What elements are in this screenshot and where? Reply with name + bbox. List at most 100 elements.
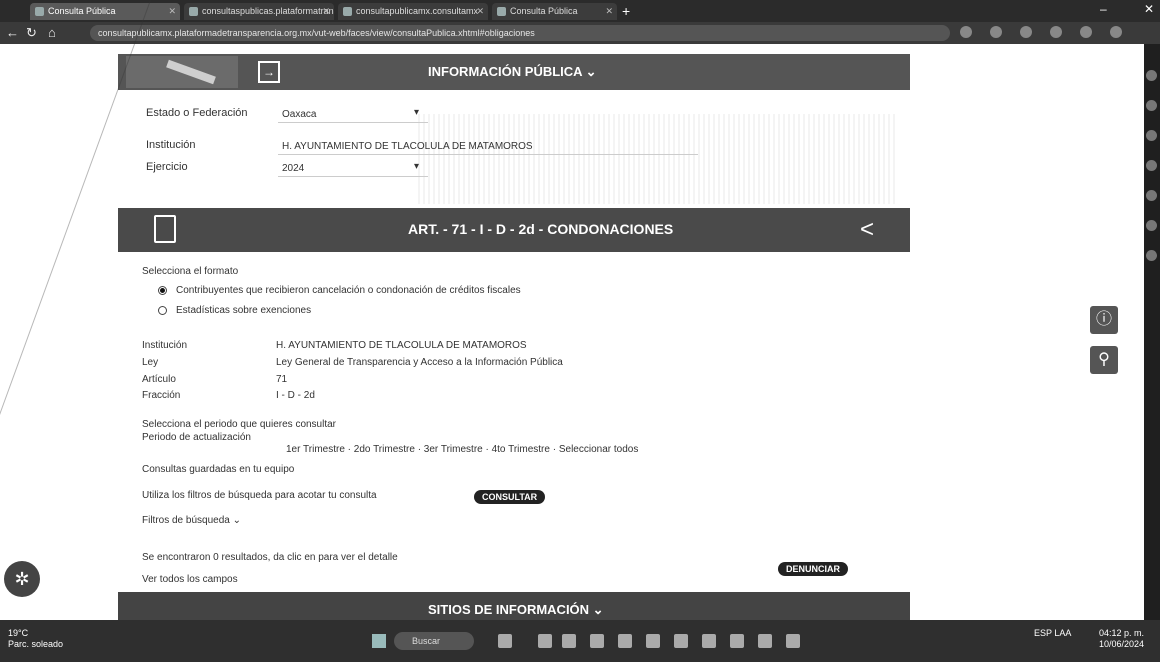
clock-time: 04:12 p. m. bbox=[1098, 628, 1144, 638]
taskbar-app-icon[interactable] bbox=[786, 634, 800, 648]
tab-label: Consulta Pública bbox=[48, 6, 116, 16]
filtros-prompt: Utiliza los filtros de búsqueda para aco… bbox=[142, 490, 377, 501]
weather-desc: Parc. soleado bbox=[8, 639, 64, 649]
weather-widget[interactable]: 19°C Parc. soleado bbox=[8, 628, 63, 650]
accessibility-icon[interactable]: ✲ bbox=[4, 561, 40, 597]
taskbar-clock[interactable]: 04:12 p. m. 10/06/2024 bbox=[1094, 628, 1144, 650]
ejercicio-label: Ejercicio bbox=[146, 161, 188, 173]
sidebar-icon[interactable] bbox=[1146, 190, 1157, 201]
consultas-guardadas-link[interactable]: Consultas guardadas en tu equipo bbox=[142, 464, 294, 475]
new-tab-button[interactable]: + bbox=[622, 3, 630, 19]
browser-tab[interactable]: consultaspublicas.plataformatransparenci… bbox=[184, 3, 334, 20]
profile-icon[interactable] bbox=[1080, 26, 1092, 38]
info-menu-title[interactable]: INFORMACIÓN PÚBLICA ⌄ bbox=[428, 64, 597, 80]
formato-prompt: Selecciona el formato bbox=[142, 266, 239, 277]
extension-icon[interactable] bbox=[1020, 26, 1032, 38]
browser-tab[interactable]: Consulta Pública ✕ bbox=[30, 3, 180, 20]
institucion-value: H. AYUNTAMIENTO DE TLACOLULA DE MATAMORO… bbox=[282, 141, 533, 152]
taskbar-app-icon[interactable] bbox=[646, 634, 660, 648]
browser-tab[interactable]: consultapublicamx.consultamx ✕ bbox=[338, 3, 488, 20]
info-header-band: → INFORMACIÓN PÚBLICA ⌄ bbox=[118, 54, 910, 90]
periodo-checkboxes[interactable]: 1er Trimestre · 2do Trimestre · 3er Trim… bbox=[286, 444, 638, 455]
background-pattern bbox=[418, 114, 898, 204]
taskbar-app-icon[interactable] bbox=[590, 634, 604, 648]
back-icon[interactable]: ← bbox=[6, 25, 19, 40]
sitios-title[interactable]: SITIOS DE INFORMACIÓN ⌄ bbox=[428, 602, 604, 618]
sidebar-icon[interactable] bbox=[1146, 220, 1157, 231]
detail-ley-label: Ley bbox=[142, 357, 159, 368]
windows-taskbar: 19°C Parc. soleado Buscar ESP LAA 04:12 … bbox=[0, 620, 1160, 662]
menu-icon[interactable] bbox=[1110, 26, 1122, 38]
browser-tab[interactable]: Consulta Pública ✕ bbox=[492, 3, 617, 20]
institucion-select[interactable]: H. AYUNTAMIENTO DE TLACOLULA DE MATAMORO… bbox=[278, 136, 698, 155]
tab-label: consultaspublicas.plataformatransparenci… bbox=[202, 6, 334, 16]
sidebar-icon[interactable] bbox=[1146, 130, 1157, 141]
tab-label: Consulta Pública bbox=[510, 6, 578, 16]
login-icon[interactable]: → bbox=[258, 61, 280, 83]
taskbar-app-icon[interactable] bbox=[498, 634, 512, 648]
windows-start-icon[interactable] bbox=[372, 634, 386, 648]
detail-institucion-value: H. AYUNTAMIENTO DE TLACOLULA DE MATAMORO… bbox=[276, 340, 527, 351]
detail-articulo-label: Artículo bbox=[142, 374, 176, 385]
taskbar-app-icon[interactable] bbox=[562, 634, 576, 648]
periodo-prompt: Selecciona el periodo que quieres consul… bbox=[142, 419, 337, 430]
article-title: ART. - 71 - I - D - 2d - CONDONACIONES bbox=[408, 221, 674, 237]
formato-option-label[interactable]: Contribuyentes que recibieron cancelació… bbox=[176, 285, 521, 296]
extension-icon[interactable] bbox=[990, 26, 1002, 38]
sidebar-icon[interactable] bbox=[1146, 160, 1157, 171]
denunciar-button[interactable]: DENUNCIAR bbox=[778, 562, 848, 576]
resultados-text: Se encontraron 0 resultados, da clic en … bbox=[142, 552, 398, 563]
taskbar-app-icon[interactable] bbox=[618, 634, 632, 648]
page-favicon-icon bbox=[189, 7, 198, 16]
info-icon[interactable]: ⓘ bbox=[1090, 306, 1118, 334]
filtros-busqueda-toggle[interactable]: Filtros de búsqueda ⌄ bbox=[142, 515, 241, 526]
formato-option-label[interactable]: Estadísticas sobre exenciones bbox=[176, 305, 311, 316]
close-window-icon[interactable]: ✕ bbox=[1144, 2, 1154, 16]
bookmark-star-icon[interactable] bbox=[1050, 26, 1062, 38]
detail-ley-value: Ley General de Transparencia y Acceso a … bbox=[276, 357, 563, 368]
sitios-header: SITIOS DE INFORMACIÓN ⌄ bbox=[118, 592, 910, 620]
extension-icon[interactable] bbox=[960, 26, 972, 38]
reload-icon[interactable]: ↻ bbox=[26, 25, 37, 41]
home-icon[interactable]: ⌂ bbox=[48, 25, 56, 40]
share-icon[interactable]: < bbox=[860, 216, 874, 244]
formato-radio-contribuyentes[interactable] bbox=[158, 286, 167, 295]
page-left-margin bbox=[0, 44, 118, 600]
minimize-icon[interactable]: – bbox=[1100, 2, 1107, 16]
ver-campos-link[interactable]: Ver todos los campos bbox=[142, 574, 238, 585]
sidebar-icon[interactable] bbox=[1146, 70, 1157, 81]
browser-address-bar: ← ↻ ⌂ consultapublicamx.plataformadetran… bbox=[0, 22, 1160, 44]
search-icon[interactable]: ⚲ bbox=[1090, 346, 1118, 374]
sidebar-icon[interactable] bbox=[1146, 100, 1157, 111]
taskbar-app-icon[interactable] bbox=[758, 634, 772, 648]
estado-select[interactable]: Oaxaca ▾ bbox=[278, 104, 428, 123]
chevron-down-icon: ▾ bbox=[414, 161, 420, 172]
taskbar-app-icon[interactable] bbox=[702, 634, 716, 648]
url-field[interactable]: consultapublicamx.plataformadetransparen… bbox=[90, 25, 950, 41]
detail-fraccion-label: Fracción bbox=[142, 390, 181, 401]
main-page: → INFORMACIÓN PÚBLICA ⌄ Estado o Federac… bbox=[118, 44, 910, 600]
detail-institucion-label: Institución bbox=[142, 340, 188, 351]
institucion-label: Institución bbox=[146, 139, 196, 151]
ejercicio-value: 2024 bbox=[282, 163, 305, 174]
browser-tab-bar: Consulta Pública ✕ consultaspublicas.pla… bbox=[0, 0, 1160, 22]
logo-stripe bbox=[166, 59, 216, 85]
taskbar-app-icon[interactable] bbox=[538, 634, 552, 648]
estado-label: Estado o Federación bbox=[146, 107, 248, 119]
consultar-button[interactable]: CONSULTAR bbox=[474, 490, 546, 504]
page-favicon-icon bbox=[343, 7, 352, 16]
sidebar-icon[interactable] bbox=[1146, 250, 1157, 261]
ejercicio-select[interactable]: 2024 ▾ bbox=[278, 158, 428, 177]
close-icon[interactable]: ✕ bbox=[605, 3, 613, 20]
close-icon[interactable]: ✕ bbox=[476, 3, 484, 20]
estado-value: Oaxaca bbox=[282, 109, 317, 120]
taskbar-search[interactable]: Buscar bbox=[394, 632, 474, 650]
formato-radio-estadisticas[interactable] bbox=[158, 306, 167, 315]
site-logo[interactable] bbox=[126, 56, 238, 88]
weather-temp: 19°C bbox=[8, 628, 29, 638]
taskbar-app-icon[interactable] bbox=[730, 634, 744, 648]
close-icon[interactable]: ✕ bbox=[322, 3, 330, 20]
taskbar-app-icon[interactable] bbox=[674, 634, 688, 648]
language-indicator[interactable]: ESP LAA bbox=[1034, 628, 1071, 639]
close-icon[interactable]: ✕ bbox=[168, 3, 176, 20]
